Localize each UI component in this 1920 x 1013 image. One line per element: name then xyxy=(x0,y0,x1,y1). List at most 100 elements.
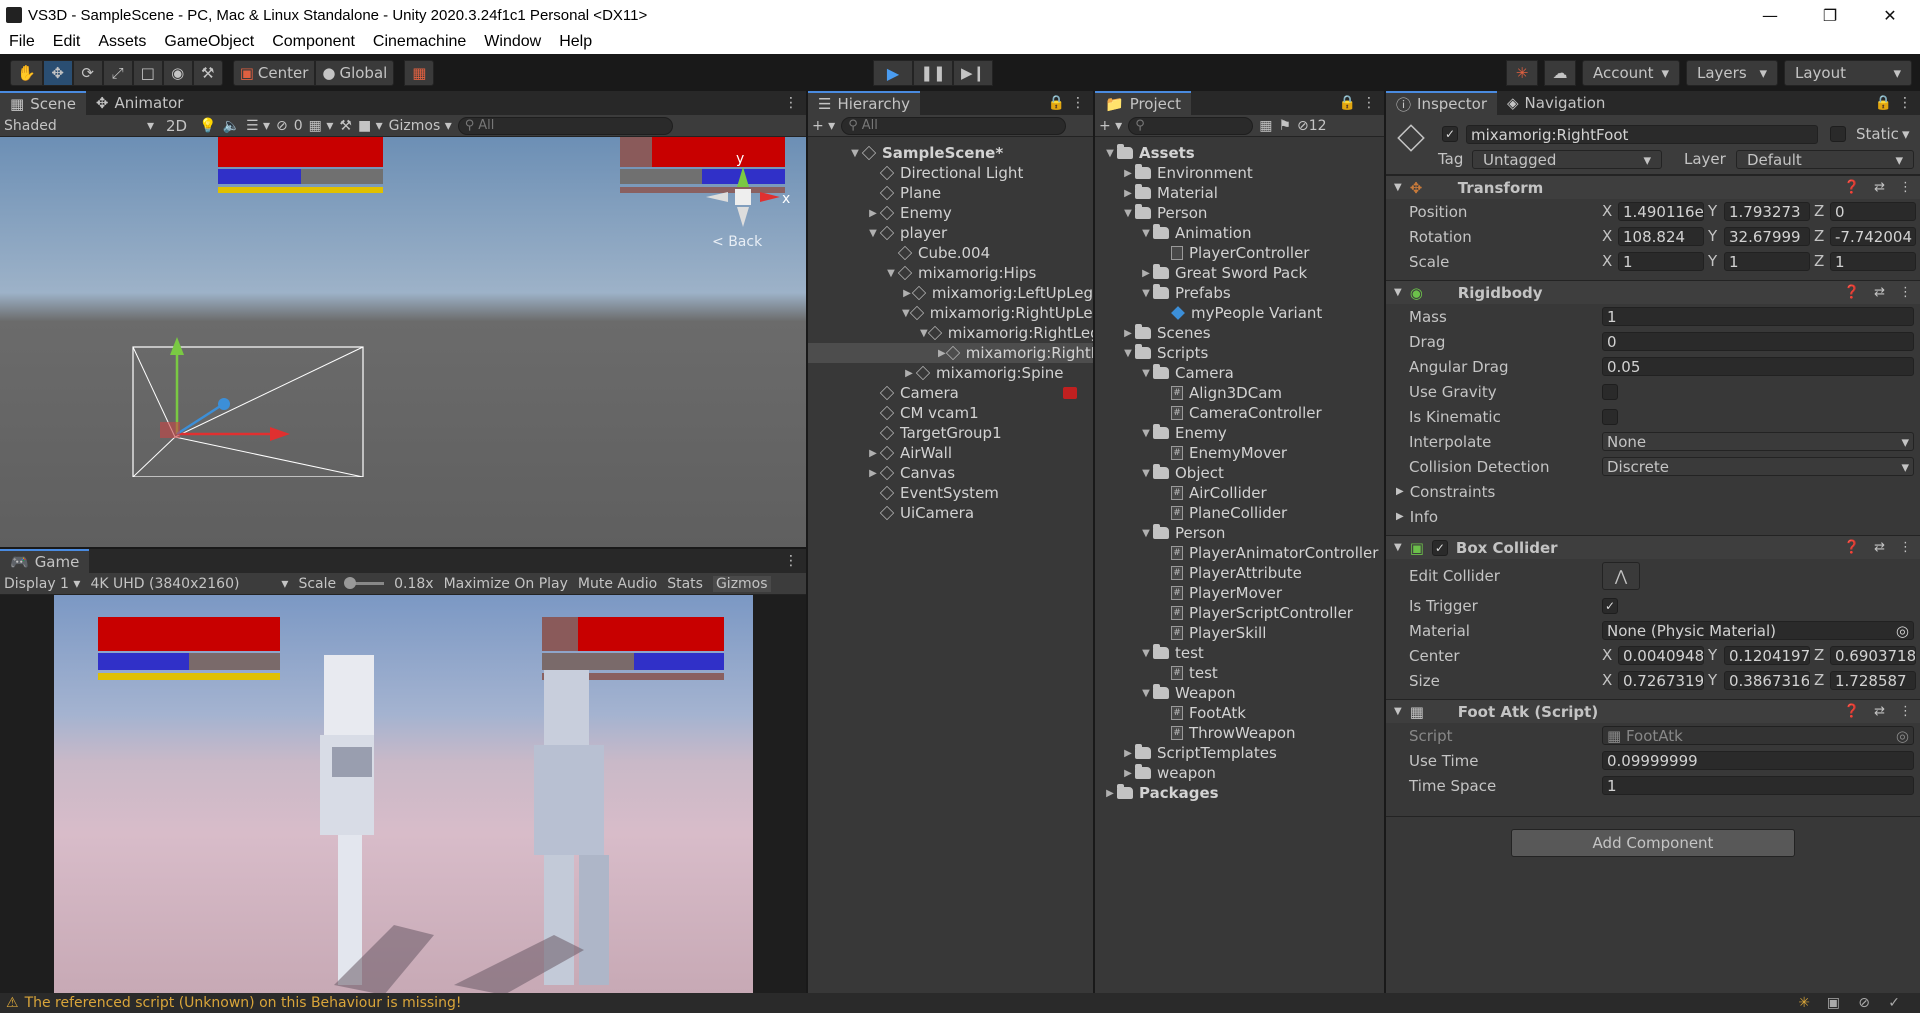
lock-icon[interactable]: 🔒 xyxy=(1339,95,1356,111)
tab-project[interactable]: 📁 Project xyxy=(1095,91,1192,115)
grid-snap-icon[interactable]: ▦ xyxy=(404,59,435,86)
maximize-on-play-button[interactable]: Maximize On Play xyxy=(444,576,568,592)
size-z-field[interactable]: 1.728587 xyxy=(1830,671,1916,690)
minimize-button[interactable]: — xyxy=(1740,0,1800,30)
foldout-arrow-icon[interactable]: ▶ xyxy=(938,348,946,359)
maximize-button[interactable]: ❐ xyxy=(1800,0,1860,30)
tab-hierarchy[interactable]: ☰ Hierarchy xyxy=(808,91,920,115)
drag-field[interactable]: 0 xyxy=(1602,332,1914,351)
scene-viewport[interactable]: y x < Back xyxy=(0,137,806,547)
foldout-arrow-icon[interactable]: ▼ xyxy=(848,148,862,159)
create-button[interactable]: + ▾ xyxy=(1099,118,1122,134)
grid-icon[interactable]: ▦ ▾ xyxy=(309,118,334,134)
foldout-arrow-icon[interactable]: ▼ xyxy=(1121,348,1135,359)
tree-row[interactable]: ▼ Object xyxy=(1095,463,1384,483)
menu-file[interactable]: File xyxy=(0,33,44,51)
foldout-arrow-icon[interactable]: ▼ xyxy=(1139,288,1153,299)
lock-icon[interactable]: 🔒 xyxy=(1048,95,1065,111)
lighting-icon[interactable]: 💡 xyxy=(199,118,216,134)
stats-button[interactable]: Stats xyxy=(667,576,703,592)
resolution-dropdown[interactable]: 4K UHD (3840x2160) ▾ xyxy=(90,576,288,592)
tree-row[interactable]: ▶ Packages xyxy=(1095,783,1384,803)
camera-icon[interactable]: ■ ▾ xyxy=(358,118,383,134)
tab-navigation[interactable]: ◈ Navigation xyxy=(1497,91,1615,115)
tree-row[interactable]: ▼ mixamorig:RightUpLeg xyxy=(808,303,1093,323)
scene-search-input[interactable]: ⚲ All xyxy=(457,116,673,135)
transform-component-header[interactable]: ▼ ✥ Transform ❓ ⇄ ⋮ xyxy=(1386,175,1920,199)
toggle-2d-button[interactable]: 2D xyxy=(160,116,193,135)
rect-tool-icon[interactable]: □ xyxy=(132,59,163,86)
scale-tool-icon[interactable]: ⤢ xyxy=(102,59,133,86)
tree-row[interactable]: Cube.004 xyxy=(808,243,1093,263)
lock-icon[interactable]: 🔒 xyxy=(1875,95,1892,111)
status-bar[interactable]: ⚠ The referenced script (Unknown) on thi… xyxy=(0,993,1920,1013)
create-button[interactable]: + ▾ xyxy=(812,118,835,134)
interpolate-dropdown[interactable]: None ▾ xyxy=(1602,432,1914,451)
tree-row[interactable]: PlayerController xyxy=(1095,243,1384,263)
tree-row[interactable]: ▼ Animation xyxy=(1095,223,1384,243)
help-icon[interactable]: ❓ xyxy=(1844,704,1860,719)
rotate-tool-icon[interactable]: ⟳ xyxy=(72,59,103,86)
tree-row[interactable]: ▼ Person xyxy=(1095,203,1384,223)
pivot-global-button[interactable]: ● Global xyxy=(315,59,395,86)
tree-row[interactable]: ▼ mixamorig:Hips xyxy=(808,263,1093,283)
tree-row[interactable]: ▶ Great Sword Pack xyxy=(1095,263,1384,283)
scale-z-field[interactable]: 1 xyxy=(1830,252,1916,271)
tree-row[interactable]: ▼ Scripts xyxy=(1095,343,1384,363)
collab-icon[interactable]: ✳ xyxy=(1506,60,1538,86)
tree-row[interactable]: # Align3DCam xyxy=(1095,383,1384,403)
preset-icon[interactable]: ⇄ xyxy=(1874,285,1885,300)
box-collider-component-header[interactable]: ▼ ▣ ✓ Box Collider ❓ ⇄ ⋮ xyxy=(1386,535,1920,559)
panel-menu-icon[interactable]: ⋮ xyxy=(1071,95,1085,111)
tree-row[interactable]: # PlayerAttribute xyxy=(1095,563,1384,583)
tree-row[interactable]: ▶ ScriptTemplates xyxy=(1095,743,1384,763)
layers-dropdown[interactable]: Layers ▾ xyxy=(1686,60,1778,86)
panel-menu-icon[interactable]: ⋮ xyxy=(784,553,798,569)
no-pencil-icon[interactable]: ⊘ xyxy=(1858,995,1870,1011)
use-time-field[interactable]: 0.09999999 xyxy=(1602,751,1914,770)
constraints-foldout[interactable]: ▶ Constraints xyxy=(1386,479,1920,504)
tree-row[interactable]: # AirCollider xyxy=(1095,483,1384,503)
tree-row[interactable]: # PlaneCollider xyxy=(1095,503,1384,523)
play-button[interactable]: ▶ xyxy=(873,60,913,86)
game-viewport[interactable] xyxy=(54,595,753,993)
menu-cinemachine[interactable]: Cinemachine xyxy=(364,33,475,51)
foldout-arrow-icon[interactable]: ▼ xyxy=(1139,428,1153,439)
filter-type-icon[interactable]: ▦ xyxy=(1259,118,1272,134)
account-dropdown[interactable]: Account ▾ xyxy=(1582,60,1680,86)
tree-row[interactable]: Camera xyxy=(808,383,1093,403)
tree-row[interactable]: # FootAtk xyxy=(1095,703,1384,723)
center-z-field[interactable]: 0.6903718 xyxy=(1830,646,1916,665)
foldout-arrow-icon[interactable]: ▼ xyxy=(1139,368,1153,379)
tree-row[interactable]: ▼ test xyxy=(1095,643,1384,663)
chevron-down-icon[interactable]: ▾ xyxy=(1902,125,1910,143)
position-z-field[interactable]: 0 xyxy=(1830,202,1916,221)
progress-icon[interactable]: ▣ xyxy=(1827,995,1840,1011)
audio-icon[interactable]: 🔈 xyxy=(223,118,240,134)
panel-menu-icon[interactable]: ⋮ xyxy=(1362,95,1376,111)
layout-dropdown[interactable]: Layout ▾ xyxy=(1784,60,1912,86)
scale-y-field[interactable]: 1 xyxy=(1724,252,1810,271)
tree-row[interactable]: TargetGroup1 xyxy=(808,423,1093,443)
gizmos-dropdown[interactable]: Gizmos ▾ xyxy=(389,118,452,134)
tree-row[interactable]: ▶ mixamorig:RightFoot xyxy=(808,343,1093,363)
foldout-arrow-icon[interactable]: ▼ xyxy=(1139,648,1153,659)
custom-tool-icon[interactable]: ⚒ xyxy=(192,59,223,86)
angular-drag-field[interactable]: 0.05 xyxy=(1602,357,1914,376)
foldout-arrow-icon[interactable]: ▶ xyxy=(1121,748,1135,759)
tree-row[interactable]: ▼ Enemy xyxy=(1095,423,1384,443)
tree-row[interactable]: Directional Light xyxy=(808,163,1093,183)
filter-label-icon[interactable]: ⚑ xyxy=(1278,118,1291,134)
tree-row[interactable]: ▶ Canvas xyxy=(808,463,1093,483)
foldout-arrow-icon[interactable]: ▼ xyxy=(1103,148,1117,159)
close-button[interactable]: ✕ xyxy=(1860,0,1920,30)
tree-row[interactable]: ▶ Environment xyxy=(1095,163,1384,183)
foldout-arrow-icon[interactable]: ▶ xyxy=(1103,788,1117,799)
project-search-input[interactable]: ⚲ xyxy=(1128,116,1254,135)
foldout-arrow-icon[interactable]: ▶ xyxy=(1121,168,1135,179)
tree-row[interactable]: ▶ mixamorig:Spine xyxy=(808,363,1093,383)
center-y-field[interactable]: 0.1204197 xyxy=(1724,646,1810,665)
gizmos-button[interactable]: Gizmos xyxy=(712,575,771,592)
hierarchy-search-input[interactable]: ⚲ All xyxy=(841,116,1067,135)
component-menu-icon[interactable]: ⋮ xyxy=(1899,285,1912,300)
